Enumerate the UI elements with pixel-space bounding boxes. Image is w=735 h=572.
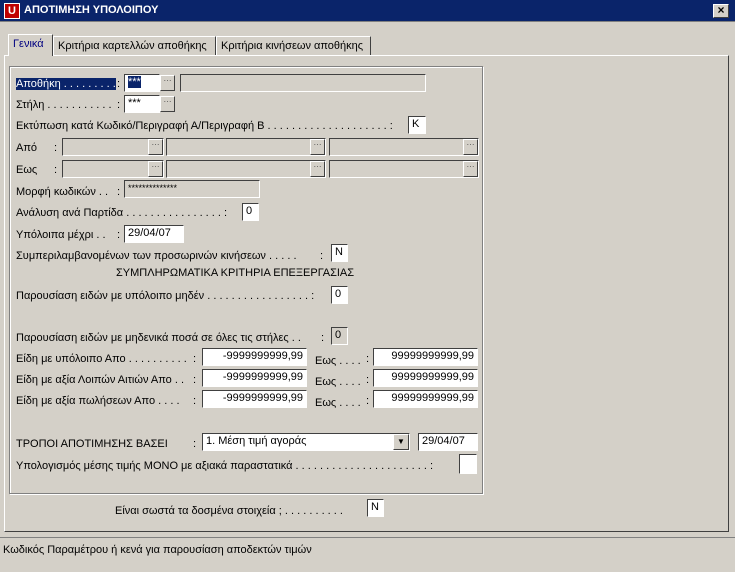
valuation-date-input[interactable]: 29/04/07 <box>418 433 478 451</box>
warehouse-code-input[interactable]: *** <box>124 74 160 92</box>
from-desc-b-field[interactable] <box>329 138 479 156</box>
to-desc-b-field[interactable] <box>329 160 479 178</box>
window-title: ΑΠΟΤΙΜΗΣΗ ΥΠΟΛΟΙΠΟΥ <box>24 4 159 16</box>
to-code-lookup-button[interactable]: ··· <box>148 161 163 177</box>
lot-analysis-label: Ανάλυση ανά Παρτίδα . . . . . . . . . . … <box>16 207 228 219</box>
range-other-label: Είδη με αξία Λοιπών Αιτιών Απο . . <box>16 374 185 386</box>
from-label: Από <box>16 142 38 154</box>
code-format-field: ************** <box>124 180 260 198</box>
warehouse-label: Αποθήκη . . . . . . . . . <box>16 78 116 90</box>
from-desc-a-field[interactable] <box>166 138 326 156</box>
range-balance-label: Είδη με υπόλοιπο Απο . . . . . . . . . . <box>16 353 187 365</box>
tab-card-criteria[interactable]: Κριτήρια καρτελλών αποθήκης <box>53 36 216 56</box>
range-sales-label: Είδη με αξία πωλήσεων Απο . . . . <box>16 395 180 407</box>
balances-until-label: Υπόλοιπα μέχρι . . <box>16 229 106 241</box>
include-temp-input[interactable]: N <box>331 244 348 262</box>
supplementary-criteria-heading: ΣΥΜΠΛΗΡΩΜΑΤΙΚΑ ΚΡΙΤΗΡΙΑ ΕΠΕΞΕΡΓΑΣΙΑΣ <box>116 267 355 279</box>
warehouse-lookup-button[interactable]: ··· <box>160 75 175 91</box>
to-label: Εως <box>16 164 38 176</box>
chevron-down-icon[interactable]: ▼ <box>393 434 409 450</box>
to-desc-a-field[interactable] <box>166 160 326 178</box>
balances-until-input[interactable]: 29/04/07 <box>124 225 184 243</box>
zero-balance-input[interactable]: 0 <box>331 286 348 304</box>
zero-amounts-label: Παρουσίαση ειδών με μηδενικά ποσά σε όλε… <box>16 332 301 344</box>
print-by-label: Εκτύπωση κατά Κωδικό/Περιγραφή Α/Περιγρα… <box>16 120 393 132</box>
close-button[interactable]: × <box>713 4 729 18</box>
include-temp-label: Συμπεριλαμβανομένων των προσωρινών κινήσ… <box>16 250 297 262</box>
range-balance-from-input[interactable]: -9999999999,99 <box>202 348 307 366</box>
to-desc-b-lookup-button[interactable]: ··· <box>463 161 478 177</box>
from-desc-b-lookup-button[interactable]: ··· <box>463 139 478 155</box>
to-desc-a-lookup-button[interactable]: ··· <box>310 161 325 177</box>
column-input[interactable]: *** <box>124 95 160 113</box>
range-sales-to-label: Εως . . . . <box>315 397 361 409</box>
zero-amounts-field: 0 <box>331 327 348 345</box>
lot-analysis-input[interactable]: 0 <box>242 203 259 221</box>
code-format-label: Μορφή κωδικών . . <box>16 186 109 198</box>
confirm-label: Είναι σωστά τα δοσμένα στοιχεία ; . . . … <box>115 505 343 517</box>
zero-balance-label: Παρουσίαση ειδών με υπόλοιπο μηδέν . . .… <box>16 290 315 302</box>
tab-movement-criteria[interactable]: Κριτήρια κινήσεων αποθήκης <box>216 36 371 56</box>
from-code-lookup-button[interactable]: ··· <box>148 139 163 155</box>
range-balance-to-input[interactable]: 99999999999,99 <box>373 348 478 366</box>
range-other-to-label: Εως . . . . <box>315 376 361 388</box>
tab-general[interactable]: Γενικά <box>8 34 53 56</box>
column-lookup-button[interactable]: ··· <box>160 96 175 112</box>
range-sales-from-input[interactable]: -9999999999,99 <box>202 390 307 408</box>
app-icon: U <box>4 3 20 19</box>
status-text: Κωδικός Παραμέτρου ή κενά για παρουσίαση… <box>3 544 312 556</box>
valuation-method-label: ΤΡΟΠΟΙ ΑΠΟΤΙΜΗΣΗΣ ΒΑΣΕΙ <box>16 438 168 450</box>
confirm-input[interactable]: N <box>367 499 384 517</box>
warehouse-description-field <box>180 74 426 92</box>
range-balance-to-label: Εως . . . . <box>315 355 361 367</box>
valuation-method-select[interactable]: 1. Μέση τιμή αγοράς <box>202 433 410 451</box>
avg-price-calc-input[interactable] <box>459 454 477 474</box>
column-label: Στήλη . . . . . . . . . . . <box>16 99 112 111</box>
range-other-to-input[interactable]: 99999999999,99 <box>373 369 478 387</box>
range-sales-to-input[interactable]: 99999999999,99 <box>373 390 478 408</box>
avg-price-calc-label: Υπολογισμός μέσης τιμής ΜΟΝΟ με αξιακά π… <box>16 460 434 472</box>
print-by-input[interactable]: Κ <box>408 116 426 134</box>
from-desc-a-lookup-button[interactable]: ··· <box>310 139 325 155</box>
range-other-from-input[interactable]: -9999999999,99 <box>202 369 307 387</box>
